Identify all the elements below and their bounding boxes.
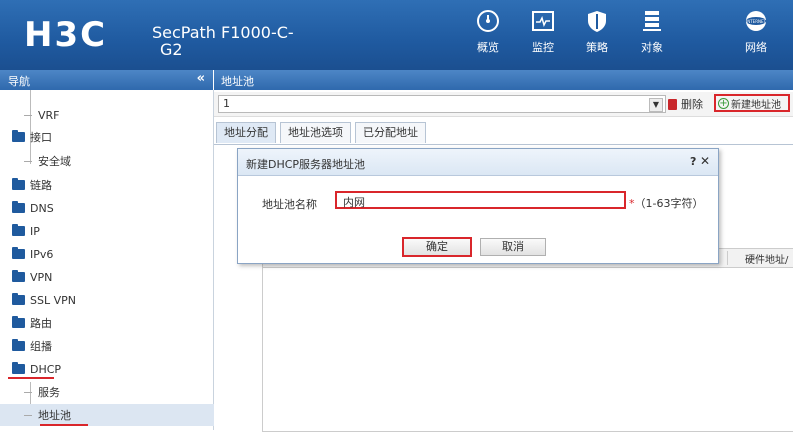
collapse-sidebar-button[interactable]: « [197,71,205,86]
sidebar-item-label: DHCP [30,362,62,376]
product-name-line2: G2 [160,40,183,59]
sidebar-item-routing[interactable]: 路由 [0,312,224,334]
new-pool-dialog: 新建DHCP服务器地址池 ? ✕ 地址池名称 内网 *（1-63字符） 确定 取… [237,148,719,264]
folder-icon [12,293,25,305]
close-icon[interactable]: ✕ [700,154,710,168]
plus-icon: + [718,97,729,109]
sidebar-item-interface[interactable]: 接口 [0,126,224,148]
help-icon[interactable]: ? [690,155,696,168]
sidebar-item-vpn[interactable]: VPN [0,266,224,288]
nav-object[interactable]: 对象 [627,8,677,55]
sidebar-item-dns[interactable]: DNS [0,197,224,219]
sidebar-item-address-pool[interactable]: 地址池 [0,404,236,426]
folder-icon [12,201,25,213]
sidebar-item-label: 安全域 [38,155,71,168]
sidebar-item-link[interactable]: 链路 [0,174,224,196]
pool-name-input[interactable]: 内网 [335,191,626,209]
sidebar-item-label: 接口 [30,131,52,144]
sidebar-item-label: VPN [30,270,53,284]
product-name: SecPath F1000-C- G2 [152,24,294,58]
folder-icon [12,178,25,190]
sidebar-item-label: 链路 [30,179,52,192]
shield-icon [584,8,610,34]
dialog-title: 新建DHCP服务器地址池 [246,158,366,171]
nav-object-label: 对象 [641,41,663,54]
chevron-down-icon[interactable]: ▼ [649,98,663,112]
nav-policy-label: 策略 [586,41,608,54]
nav-network-label: 网络 [745,41,767,54]
sidebar-item-service[interactable]: 服务 [0,381,236,403]
sidebar-item-security-zone[interactable]: 安全域 [0,150,236,172]
pool-name-hint: *（1-63字符） [629,195,703,211]
ok-button[interactable]: 确定 [402,237,472,257]
h3c-logo: H3C [24,15,108,55]
sidebar-item-label: VRF [38,108,60,122]
cancel-button[interactable]: 取消 [480,238,546,256]
new-pool-button[interactable]: + 新建地址池 [714,94,790,112]
dialog-titlebar: 新建DHCP服务器地址池 ? ✕ [238,149,718,176]
tab-bar: 地址分配 地址池选项 已分配地址 [216,122,430,144]
sidebar-item-multicast[interactable]: 组播 [0,335,224,357]
tree-branch [24,414,32,416]
folder-icon [12,339,25,351]
pool-select[interactable]: 1 ▼ [218,95,666,113]
dashboard-icon [475,8,501,34]
highlight-underline [40,424,88,426]
sidebar-item-label: IP [30,224,40,238]
tab-assigned-addresses[interactable]: 已分配地址 [355,122,426,143]
highlight-underline [8,377,54,379]
sidebar-item-label: 组播 [30,340,52,353]
page-title: 地址池 [221,75,254,88]
sidebar-header: 导航 « [0,70,213,90]
sidebar-item-ssl-vpn[interactable]: SSL VPN [0,289,224,311]
new-pool-label: 新建地址池 [731,99,781,111]
tab-address-assignment[interactable]: 地址分配 [216,122,276,143]
nav-policy[interactable]: 策略 [572,8,622,55]
sidebar-item-ipv6[interactable]: IPv6 [0,243,224,265]
nav-monitor-label: 监控 [532,41,554,54]
toolbar: 1 ▼ 删除 + 新建地址池 [214,92,793,117]
nav-dashboard[interactable]: 概览 [463,8,513,55]
tree-branch [24,114,32,116]
pool-name-value: 内网 [343,196,365,209]
sidebar-item-vrf[interactable]: VRF [0,104,236,126]
delete-label: 删除 [681,98,703,111]
column-divider [727,251,728,265]
object-icon [639,8,665,34]
tab-pool-options[interactable]: 地址池选项 [280,122,351,143]
pool-select-value: 1 [223,97,230,110]
network-icon: INTERNET [743,8,769,34]
monitor-icon [530,8,556,34]
nav-dashboard-label: 概览 [477,41,499,54]
folder-open-icon [12,362,25,374]
main-header: 地址池 [214,70,793,90]
folder-icon [12,247,25,259]
column-header-hardware-address[interactable]: 硬件地址/ [745,251,788,266]
sidebar-item-ip[interactable]: IP [0,220,224,242]
nav-network[interactable]: INTERNET 网络 [731,8,781,55]
sidebar-item-label: 地址池 [38,409,71,422]
sidebar-item-label: 路由 [30,317,52,330]
tree-branch [24,160,32,162]
folder-icon [12,224,25,236]
folder-icon [12,316,25,328]
sidebar-item-label: 服务 [38,386,60,399]
folder-icon [12,130,25,142]
sidebar: VRF 接口 安全域 链路 DNS IP IPv6 VPN SSL VPN 路由… [0,90,236,430]
svg-text:INTERNET: INTERNET [746,19,766,24]
nav-monitor[interactable]: 监控 [518,8,568,55]
folder-icon [12,270,25,282]
tree-branch [24,391,32,393]
sidebar-title: 导航 [8,75,30,88]
sidebar-item-label: SSL VPN [30,293,76,307]
address-table: 硬件地址/ [262,248,793,432]
delete-button[interactable]: 删除 [668,96,703,112]
app-header: H3C SecPath F1000-C- G2 概览 监控 策略 对象 INTE… [0,0,793,70]
trash-icon [668,98,677,110]
sidebar-item-label: DNS [30,201,54,215]
sidebar-item-label: IPv6 [30,247,54,261]
pool-name-label: 地址池名称 [262,198,317,211]
length-hint: （1-63字符） [634,197,704,210]
